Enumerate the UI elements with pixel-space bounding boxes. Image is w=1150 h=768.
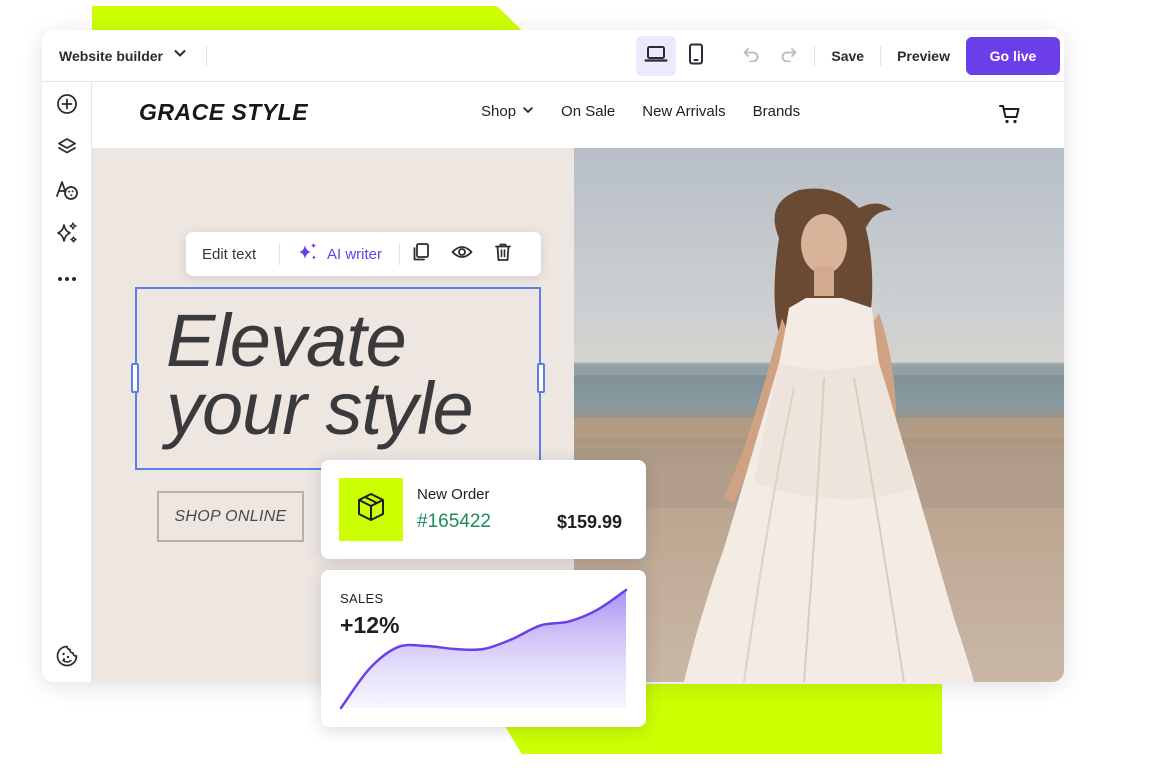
- undo-icon: [742, 46, 760, 67]
- website-builder-label: Website builder: [59, 47, 163, 64]
- redo-button[interactable]: [770, 36, 808, 76]
- sidebar-add-button[interactable]: [53, 92, 81, 120]
- topbar-separator: [814, 46, 816, 66]
- nav-item-label: Shop: [481, 103, 517, 120]
- hero-photo[interactable]: [574, 148, 1064, 682]
- nav-item-shop[interactable]: Shop: [481, 103, 534, 120]
- cart-button[interactable]: [998, 102, 1022, 126]
- hero-heading-line-2: your style: [166, 367, 474, 450]
- sidebar-design-button[interactable]: [53, 178, 81, 206]
- nav-item-new-arrivals[interactable]: New Arrivals: [642, 103, 725, 120]
- site-logo[interactable]: GRACE STYLE: [139, 99, 308, 126]
- chevron-down-icon: [522, 103, 534, 120]
- resize-handle-right[interactable]: [537, 363, 545, 393]
- shop-online-button[interactable]: SHOP ONLINE: [157, 491, 304, 542]
- nav-item-brands[interactable]: Brands: [753, 103, 801, 120]
- hero-photo-illustration: [574, 188, 1064, 682]
- cart-icon: [998, 105, 1022, 130]
- site-nav-links: Shop On Sale New Arrivals Brands: [481, 103, 827, 120]
- sidebar-cookie-button[interactable]: [53, 644, 81, 672]
- order-id: #165422: [417, 511, 491, 532]
- trash-icon: [494, 242, 512, 267]
- order-price: $159.99: [557, 512, 623, 532]
- resize-handle-left[interactable]: [131, 363, 139, 393]
- nav-item-label: New Arrivals: [642, 103, 726, 120]
- save-button[interactable]: Save: [821, 48, 874, 64]
- layers-icon: [56, 136, 78, 163]
- typography-palette-icon: [55, 179, 79, 206]
- copy-icon: [411, 242, 431, 267]
- eye-icon: [451, 244, 473, 265]
- sales-area-chart: [339, 588, 628, 710]
- builder-topbar: Website builder Save Preview Go live: [42, 30, 1064, 82]
- nav-item-label: On Sale: [561, 103, 616, 120]
- builder-sidebar: [42, 82, 92, 682]
- package-icon: [355, 491, 387, 528]
- phone-icon: [688, 43, 704, 70]
- edit-text-button[interactable]: Edit text: [186, 246, 279, 263]
- ai-writer-button[interactable]: AI writer: [280, 241, 399, 267]
- topbar-divider: [206, 46, 207, 66]
- sparkles-icon: [297, 241, 319, 267]
- laptop-icon: [644, 44, 668, 69]
- undo-button[interactable]: [732, 36, 770, 76]
- preview-button[interactable]: Preview: [887, 48, 960, 64]
- nav-item-label: Brands: [752, 103, 801, 120]
- more-dots-icon: [57, 269, 77, 287]
- mobile-view-button[interactable]: [676, 36, 716, 76]
- order-icon-tile: [339, 478, 403, 541]
- add-circle-icon: [56, 93, 78, 120]
- website-builder-menu[interactable]: Website builder: [42, 30, 187, 81]
- sidebar-more-button[interactable]: [53, 264, 81, 292]
- chevron-down-icon: [173, 46, 187, 65]
- topbar-actions: Save Preview Go live: [636, 30, 1064, 82]
- sidebar-ai-button[interactable]: [53, 221, 81, 249]
- text-edit-toolbar: Edit text AI writer: [186, 232, 541, 276]
- site-header: GRACE STYLE Shop On Sale New Arrivals Br…: [92, 82, 1064, 148]
- cookie-icon: [55, 644, 79, 673]
- go-live-button[interactable]: Go live: [966, 37, 1060, 75]
- sales-card: SALES +12%: [321, 570, 646, 727]
- redo-icon: [780, 46, 798, 67]
- desktop-view-button[interactable]: [636, 36, 677, 76]
- ai-writer-label: AI writer: [327, 245, 383, 263]
- visibility-button[interactable]: [441, 232, 482, 276]
- order-title: New Order: [417, 486, 490, 503]
- nav-item-on-sale[interactable]: On Sale: [561, 103, 615, 120]
- sparkles-icon: [55, 221, 79, 250]
- duplicate-button[interactable]: [400, 232, 441, 276]
- delete-button[interactable]: [482, 232, 523, 276]
- new-order-card: New Order #165422 $159.99: [321, 460, 646, 559]
- topbar-separator: [880, 46, 882, 66]
- sidebar-layers-button[interactable]: [53, 135, 81, 163]
